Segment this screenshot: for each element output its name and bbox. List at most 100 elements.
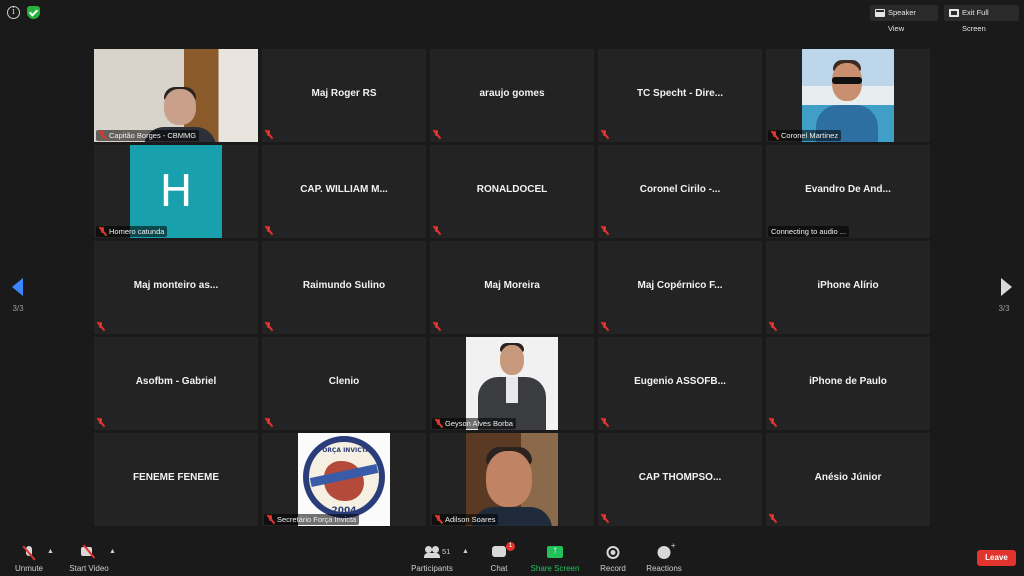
participant-tile[interactable]: FENEME FENEME (94, 433, 258, 526)
participant-name-tag: Capitão Borges - CBMMG (96, 130, 200, 141)
participant-tile[interactable]: Maj monteiro as... (94, 241, 258, 334)
participant-name: CAP THOMPSO... (638, 472, 722, 483)
video-off-icon (81, 546, 97, 557)
participants-button[interactable]: Participants (411, 540, 453, 574)
unmute-button[interactable]: Unmute (14, 540, 44, 574)
reactions-label: Reactions (646, 564, 682, 573)
participants-options-chevron-icon[interactable]: ▲ (462, 548, 469, 555)
participant-name: Eugenio ASSOFB... (634, 376, 726, 387)
info-icon[interactable]: i (7, 6, 20, 19)
logo-top-text: FORÇA INVICTA (318, 447, 370, 454)
muted-mic-icon (769, 418, 776, 427)
meeting-top-bar: i Speaker View Exit Full Screen (0, 0, 1024, 33)
participant-name: Anésio Júnior (814, 472, 882, 483)
previous-page-arrow-icon[interactable] (12, 278, 23, 296)
muted-microphone-icon (24, 546, 34, 560)
audio-status-text: Connecting to audio ... (771, 227, 847, 236)
participant-avatar: H (130, 145, 222, 238)
muted-mic-icon (265, 418, 272, 427)
muted-mic-icon (601, 322, 608, 331)
muted-mic-icon (265, 130, 272, 139)
speaker-view-button[interactable]: Speaker View (870, 5, 938, 33)
start-video-button[interactable]: Start Video (69, 540, 109, 574)
participant-name-tag: Coronel Martinez (768, 130, 842, 141)
participant-name: Evandro De And... (805, 184, 891, 195)
participant-tile[interactable]: Geyson Alves Borba (430, 337, 594, 430)
participant-name: Coronel Martinez (781, 131, 839, 140)
participant-name: Raimundo Sulino (302, 280, 386, 291)
participant-tile[interactable]: Coronel Cirilo -... (598, 145, 762, 238)
muted-mic-icon (601, 514, 608, 523)
share-screen-icon (547, 545, 563, 558)
start-video-label: Start Video (69, 564, 109, 573)
chat-unread-badge: 1 (506, 542, 515, 551)
participant-tile[interactable]: Raimundo Sulino (262, 241, 426, 334)
participant-tile[interactable]: RONALDOCEL (430, 145, 594, 238)
participant-name: Maj monteiro as... (133, 280, 219, 291)
participant-tile[interactable]: Coronel Martinez (766, 49, 930, 142)
participant-photo (466, 433, 558, 526)
participant-name: Coronel Cirilo -... (639, 184, 721, 195)
exit-full-screen-button[interactable]: Exit Full Screen (944, 5, 1019, 33)
record-button[interactable]: Record (598, 540, 628, 574)
encryption-shield-icon[interactable] (27, 6, 40, 19)
participant-name: Homero catunda (109, 227, 165, 236)
participant-name: Maj Moreira (484, 280, 540, 291)
chat-icon (492, 546, 506, 557)
muted-mic-icon (601, 226, 608, 235)
leave-meeting-button[interactable]: Leave (977, 550, 1016, 566)
page-indicator-right: 3/3 (998, 304, 1010, 313)
meeting-controls-toolbar: Unmute ▲ Start Video ▲ Participants 51 ▲… (0, 538, 1024, 576)
participant-name: Secretário Força Invicta (277, 515, 357, 524)
video-options-chevron-icon[interactable]: ▲ (109, 548, 116, 555)
participant-tile[interactable]: Asofbm - Gabriel (94, 337, 258, 430)
participants-label: Participants (411, 564, 453, 573)
participant-name: iPhone Alírio (817, 280, 879, 291)
participant-video (94, 49, 258, 142)
muted-mic-icon (97, 418, 104, 427)
muted-mic-icon (433, 322, 440, 331)
audio-status-tag: Connecting to audio ... (768, 226, 850, 237)
exit-full-screen-icon (949, 9, 959, 17)
muted-mic-icon (433, 226, 440, 235)
participant-tile[interactable]: Adilson Soares (430, 433, 594, 526)
participant-tile[interactable]: Capitão Borges - CBMMG (94, 49, 258, 142)
muted-mic-icon (265, 322, 272, 331)
participant-tile[interactable]: Maj Moreira (430, 241, 594, 334)
participant-name: Clenio (328, 376, 360, 387)
record-icon (606, 546, 620, 559)
participants-icon (424, 546, 440, 558)
participants-count: 51 (442, 547, 451, 556)
participant-name: Maj Copérnico F... (637, 280, 723, 291)
participant-tile[interactable]: Anésio Júnior (766, 433, 930, 526)
participant-tile[interactable]: Evandro De And... Connecting to audio ..… (766, 145, 930, 238)
reactions-button[interactable]: Reactions (646, 540, 682, 574)
gallery-view-grid: Capitão Borges - CBMMG Maj Roger RS arau… (94, 49, 930, 526)
participant-name: Maj Roger RS (311, 88, 377, 99)
muted-mic-icon (771, 131, 778, 140)
muted-mic-icon (97, 322, 104, 331)
muted-mic-icon (769, 514, 776, 523)
participant-tile[interactable]: araujo gomes (430, 49, 594, 142)
participant-tile[interactable]: iPhone de Paulo (766, 337, 930, 430)
participant-tile[interactable]: iPhone Alírio (766, 241, 930, 334)
participant-tile[interactable]: CAP. WILLIAM M... (262, 145, 426, 238)
participant-name: Capitão Borges - CBMMG (109, 131, 197, 140)
audio-options-chevron-icon[interactable]: ▲ (47, 548, 54, 555)
next-page-arrow-icon[interactable] (1001, 278, 1012, 296)
participant-tile[interactable]: Clenio (262, 337, 426, 430)
participant-tile[interactable]: Maj Roger RS (262, 49, 426, 142)
participant-tile[interactable]: H Homero catunda (94, 145, 258, 238)
participant-name-tag: Adilson Soares (432, 514, 499, 525)
participant-name-tag: Homero catunda (96, 226, 168, 237)
participant-tile[interactable]: TC Specht - Dire... (598, 49, 762, 142)
participant-tile[interactable]: FORÇA INVICTA 2004 Secretário Força Invi… (262, 433, 426, 526)
participant-name: Adilson Soares (445, 515, 496, 524)
participant-name: Geyson Alves Borba (445, 419, 513, 428)
share-screen-button[interactable]: Share Screen (531, 540, 580, 574)
participant-tile[interactable]: Maj Copérnico F... (598, 241, 762, 334)
participant-tile[interactable]: Eugenio ASSOFB... (598, 337, 762, 430)
exit-full-screen-label: Exit Full Screen (962, 8, 989, 33)
participant-tile[interactable]: CAP THOMPSO... (598, 433, 762, 526)
reactions-icon (657, 541, 675, 559)
